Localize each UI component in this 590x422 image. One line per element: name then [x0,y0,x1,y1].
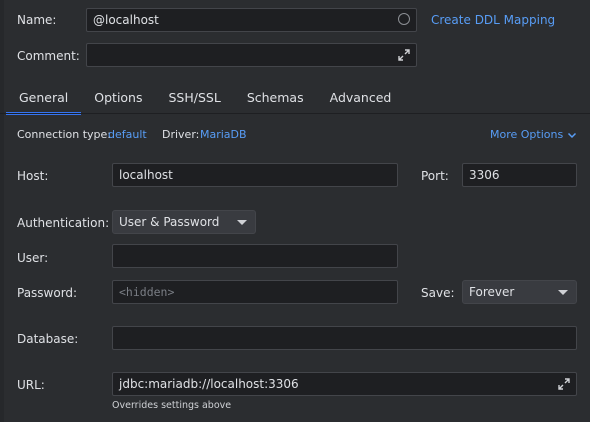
name-label: Name: [17,13,57,27]
more-options-label: More Options [490,128,564,141]
database-label: Database: [17,332,79,346]
dropdown-caret-icon [558,290,568,295]
host-value: localhost [119,168,173,182]
user-input[interactable] [112,244,398,268]
authentication-value: User & Password [119,215,220,229]
create-ddl-mapping-link[interactable]: Create DDL Mapping [431,12,555,28]
host-label: Host: [17,169,49,183]
name-value: @localhost [93,13,159,27]
comment-input[interactable] [86,43,417,67]
database-input[interactable] [112,326,577,350]
url-value: jdbc:mariadb://localhost:3306 [119,377,299,391]
port-value: 3306 [469,168,500,182]
radio-circle-icon[interactable] [398,13,410,25]
tab-advanced[interactable]: Advanced [317,82,405,114]
port-input[interactable]: 3306 [462,163,577,187]
password-label: Password: [17,286,78,300]
tab-ssh-ssl[interactable]: SSH/SSL [156,82,234,114]
expand-icon[interactable] [398,49,410,61]
comment-label: Comment: [17,49,80,63]
url-input[interactable]: jdbc:mariadb://localhost:3306 [112,372,577,396]
tab-bar: General Options SSH/SSL Schemas Advanced [6,82,405,115]
host-input[interactable]: localhost [112,163,398,187]
tab-schemas[interactable]: Schemas [234,82,317,114]
driver-label: Driver: [162,128,200,141]
authentication-dropdown[interactable]: User & Password [112,210,256,234]
more-options-button[interactable]: More Options [490,127,577,143]
url-hint: Overrides settings above [112,400,232,411]
connection-type-link[interactable]: default [108,127,147,143]
tab-general[interactable]: General [6,82,82,115]
save-value: Forever [469,285,515,299]
expand-icon[interactable] [558,378,570,390]
tabs-divider [0,113,590,114]
connection-type-label: Connection type: [17,128,112,141]
dropdown-caret-icon [237,220,247,225]
url-label: URL: [17,378,45,392]
save-label: Save: [421,286,455,300]
driver-link[interactable]: MariaDB [200,127,247,143]
port-label: Port: [421,169,449,183]
name-input[interactable]: @localhost [86,8,417,32]
chevron-down-icon [568,132,577,139]
authentication-label: Authentication: [17,216,110,230]
password-input[interactable]: <hidden> [112,280,398,304]
window-edge [0,0,4,422]
password-placeholder: <hidden> [119,285,175,299]
save-dropdown[interactable]: Forever [462,280,577,304]
tab-options[interactable]: Options [81,82,155,114]
user-label: User: [17,251,49,265]
